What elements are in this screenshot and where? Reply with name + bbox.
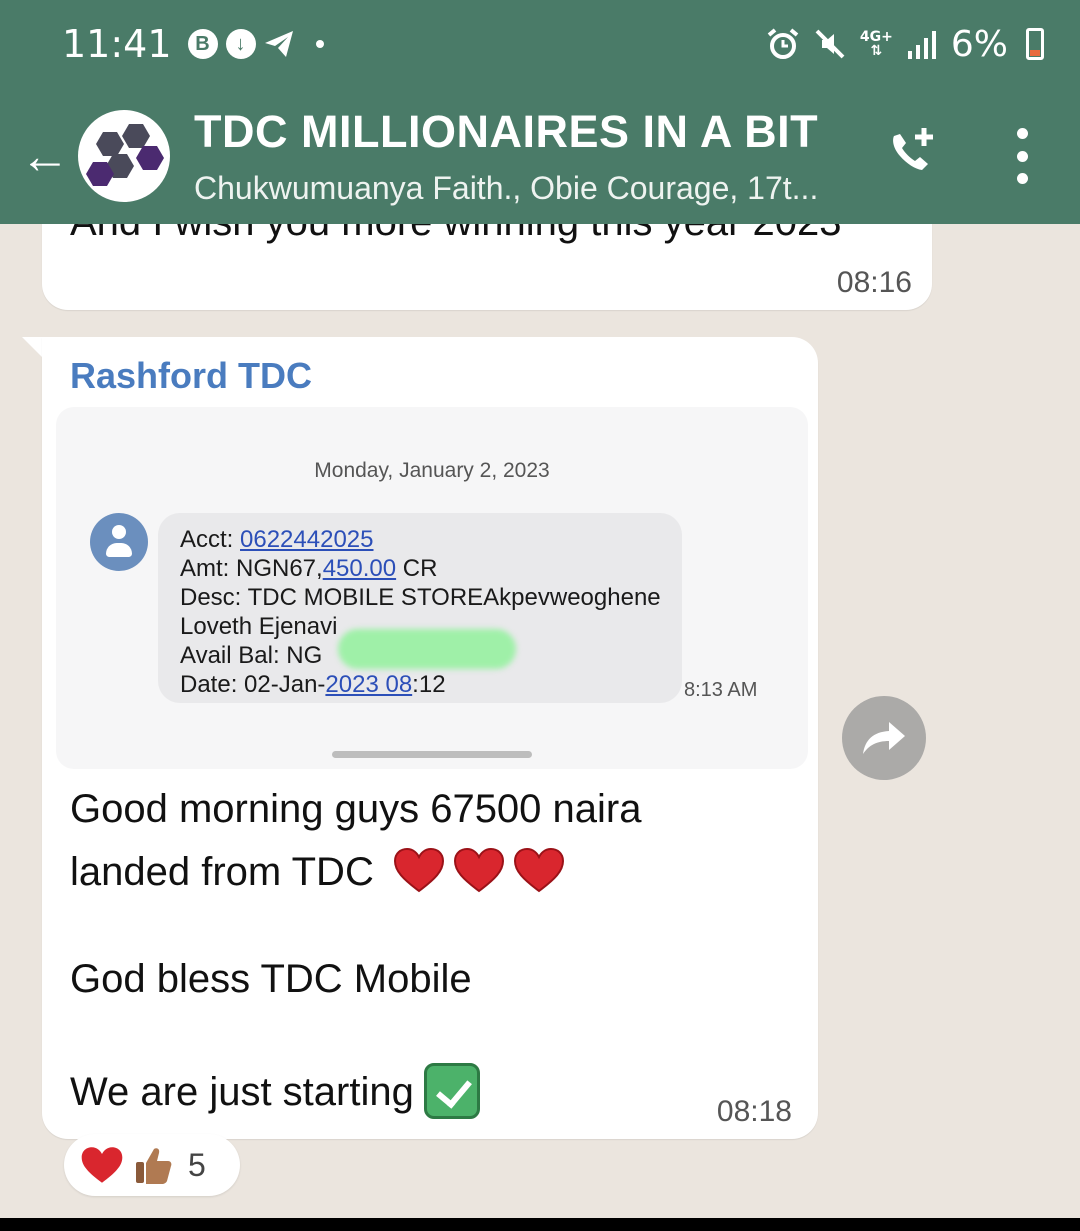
reaction-count: 5 (188, 1146, 206, 1183)
battery-icon (1026, 28, 1044, 60)
previous-message-time: 08:16 (836, 266, 912, 299)
download-icon: ↓ (225, 29, 256, 59)
b-circle-icon: B (187, 29, 218, 59)
message-line-4: We are just starting (70, 1063, 480, 1119)
signal-icon (907, 31, 936, 59)
heart-emoji-icon (513, 847, 564, 893)
mute-icon (815, 29, 845, 59)
sms-desc-1: Desc: TDC MOBILE STOREAkpevweoghene (180, 584, 661, 611)
status-bar: 11:41 B ↓ 4G+ ⇅ 6% (0, 0, 1080, 88)
thumbs-up-reaction-icon (136, 1148, 172, 1184)
attached-image[interactable]: Monday, January 2, 2023 Acct: 0622442025… (56, 407, 808, 769)
chat-header: ← TDC MILLIONAIRES IN A BIT Chukwumuanya… (0, 88, 1080, 224)
sms-time: 8:13 AM (684, 679, 758, 701)
nav-bar (0, 1218, 1080, 1231)
sender-name[interactable]: Rashford TDC (70, 355, 312, 397)
status-right-icons: 4G+ ⇅ 6% (766, 24, 1044, 65)
group-avatar[interactable] (78, 110, 170, 202)
heart-emoji-icon (393, 847, 444, 893)
message-time: 08:18 (716, 1095, 792, 1128)
forward-button[interactable] (842, 696, 926, 780)
network-indicator: 4G+ ⇅ (859, 29, 893, 59)
heart-reaction-icon (81, 1147, 123, 1183)
dot-icon (315, 40, 324, 48)
contact-avatar-icon (90, 513, 148, 571)
sms-amount: Amt: NGN67,450.00 CR (180, 555, 438, 582)
alarm-icon (767, 28, 799, 59)
message-bubble[interactable]: Rashford TDC Monday, January 2, 2023 Acc… (42, 337, 818, 1139)
scroll-indicator (332, 751, 532, 758)
redaction-scribble (338, 629, 516, 669)
heart-emoji-icon (453, 847, 504, 893)
chat-title: TDC MILLIONAIRES IN A BIT (194, 105, 819, 157)
battery-percent: 6% (950, 23, 1008, 65)
sms-acct: Acct: 0622442025 (180, 526, 374, 553)
message-line-2: landed from TDC (70, 847, 565, 895)
more-vert-icon[interactable] (1012, 128, 1032, 184)
status-left-icons: B ↓ (187, 29, 324, 59)
reactions-pill[interactable]: 5 (64, 1134, 240, 1196)
sms-message: Acct: 0622442025 Amt: NGN67,450.00 CR De… (158, 513, 682, 703)
back-arrow-icon[interactable]: ← (20, 131, 70, 181)
telegram-icon (264, 31, 293, 57)
status-time: 11:41 (62, 22, 172, 66)
sms-date: Monday, January 2, 2023 (314, 459, 550, 482)
message-line-3: God bless TDC Mobile (70, 957, 472, 1001)
sms-date-line: Date: 02-Jan-2023 08:12 (180, 671, 446, 698)
add-call-icon[interactable] (884, 124, 944, 184)
message-line-1: Good morning guys 67500 naira (70, 787, 642, 831)
chat-participants: Chukwumuanya Faith., Obie Courage, 17t..… (194, 169, 819, 206)
forward-arrow-icon (863, 722, 905, 754)
header-text[interactable]: TDC MILLIONAIRES IN A BIT Chukwumuanya F… (194, 106, 818, 207)
check-mark-emoji-icon (423, 1063, 480, 1119)
